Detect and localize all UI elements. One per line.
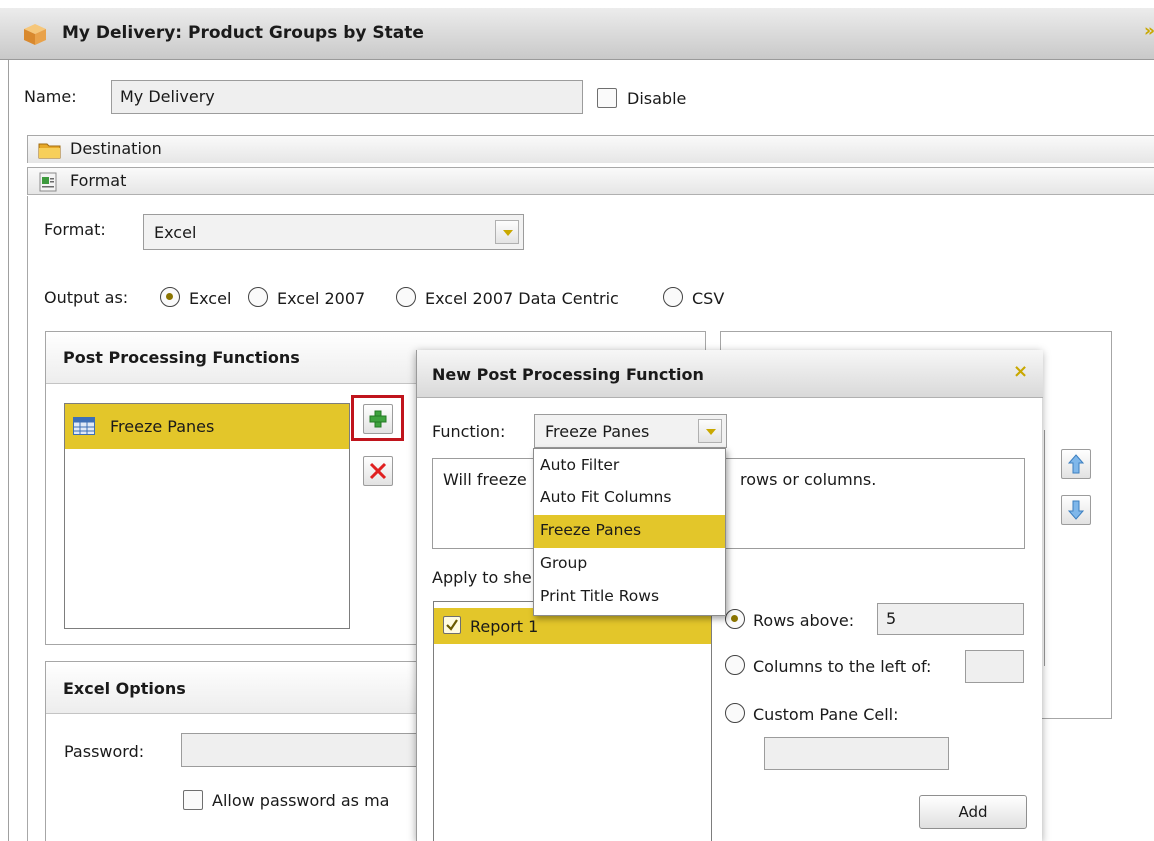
rows-above-radio[interactable] [725,609,745,629]
plus-icon [369,410,387,428]
add-function-button[interactable] [363,404,393,434]
output-excel2007-radio[interactable] [248,287,268,307]
output-as-label: Output as: [44,288,129,307]
output-excel2007-label: Excel 2007 [277,289,366,308]
custom-pane-input[interactable] [764,737,949,770]
new-function-dialog: New Post Processing Function × Function:… [416,350,1043,841]
password-label: Password: [64,742,145,761]
output-csv-radio[interactable] [663,287,683,307]
format-section-label: Format [70,171,127,190]
sheet-list[interactable]: Report 1 [433,601,712,841]
table-icon [73,417,95,435]
post-processing-list[interactable]: Freeze Panes [64,403,350,629]
disable-label: Disable [627,89,687,108]
allow-password-label: Allow password as ma [212,791,390,810]
collapse-icon[interactable]: » [1144,21,1154,41]
format-content-border [27,196,28,841]
format-select-value: Excel [154,223,197,242]
disable-checkbox[interactable] [597,88,617,108]
custom-pane-radio[interactable] [725,703,745,723]
function-details-bracket [1042,430,1045,666]
columns-left-label: Columns to the left of: [753,657,932,676]
columns-left-radio[interactable] [725,655,745,675]
chevron-down-icon[interactable] [698,419,722,443]
destination-section[interactable]: Destination [27,135,1154,163]
dialog-title: New Post Processing Function [432,365,704,384]
remove-function-button[interactable] [363,456,393,486]
dropdown-option-freeze-panes[interactable]: Freeze Panes [534,515,725,548]
dropdown-option-auto-fit-columns[interactable]: Auto Fit Columns [534,482,725,515]
description-text-left: Will freeze [443,470,527,489]
list-item[interactable]: Freeze Panes [65,404,349,449]
excel-options-title: Excel Options [46,662,424,714]
output-excel2007-data-centric-radio[interactable] [396,287,416,307]
move-down-button[interactable] [1061,495,1091,525]
function-label: Function: [432,422,506,441]
window-title: My Delivery: Product Groups by State [62,23,424,43]
format-section[interactable]: Format [27,167,1154,195]
function-select[interactable]: Freeze Panes [534,414,727,448]
columns-left-input[interactable] [965,650,1024,683]
dialog-titlebar: New Post Processing Function × [417,350,1043,398]
package-icon [24,24,46,45]
output-excel-radio[interactable] [160,287,180,307]
function-description: Will freeze rows or columns. [432,458,1025,549]
output-excel2007-data-centric-label: Excel 2007 Data Centric [425,289,619,308]
allow-password-checkbox[interactable] [183,790,203,810]
rows-above-input[interactable]: 5 [877,603,1024,635]
list-item-label: Freeze Panes [110,417,215,436]
output-excel-label: Excel [189,289,232,308]
apply-to-label: Apply to she [432,568,532,587]
format-select[interactable]: Excel [143,214,524,250]
sheet-checkbox[interactable] [443,616,461,634]
rows-above-label: Rows above: [753,611,855,630]
name-label: Name: [24,87,77,106]
left-border [8,60,9,841]
arrow-down-icon [1068,500,1084,520]
excel-file-icon [39,172,57,192]
password-input[interactable] [181,733,417,767]
sheet-label: Report 1 [470,617,539,636]
checkmark-icon [446,619,458,631]
arrow-up-icon [1068,454,1084,474]
format-label: Format: [44,220,106,239]
close-icon[interactable]: × [1013,361,1028,382]
move-up-button[interactable] [1061,449,1091,479]
dropdown-option-group[interactable]: Group [534,548,725,581]
name-input[interactable]: My Delivery [111,80,583,114]
dropdown-option-auto-filter[interactable]: Auto Filter [534,450,725,483]
add-button[interactable]: Add [919,795,1027,829]
window-titlebar: My Delivery: Product Groups by State » [0,8,1154,60]
custom-pane-label: Custom Pane Cell: [753,705,899,724]
dropdown-option-print-title-rows[interactable]: Print Title Rows [534,581,725,614]
function-dropdown-list: Auto Filter Auto Fit Columns Freeze Pane… [533,448,726,616]
description-text-right: rows or columns. [740,470,877,489]
chevron-down-icon[interactable] [495,220,519,244]
delete-icon [369,462,387,480]
destination-label: Destination [70,139,162,158]
function-select-value: Freeze Panes [545,422,650,441]
folder-icon [38,143,61,159]
output-csv-label: CSV [692,289,725,308]
